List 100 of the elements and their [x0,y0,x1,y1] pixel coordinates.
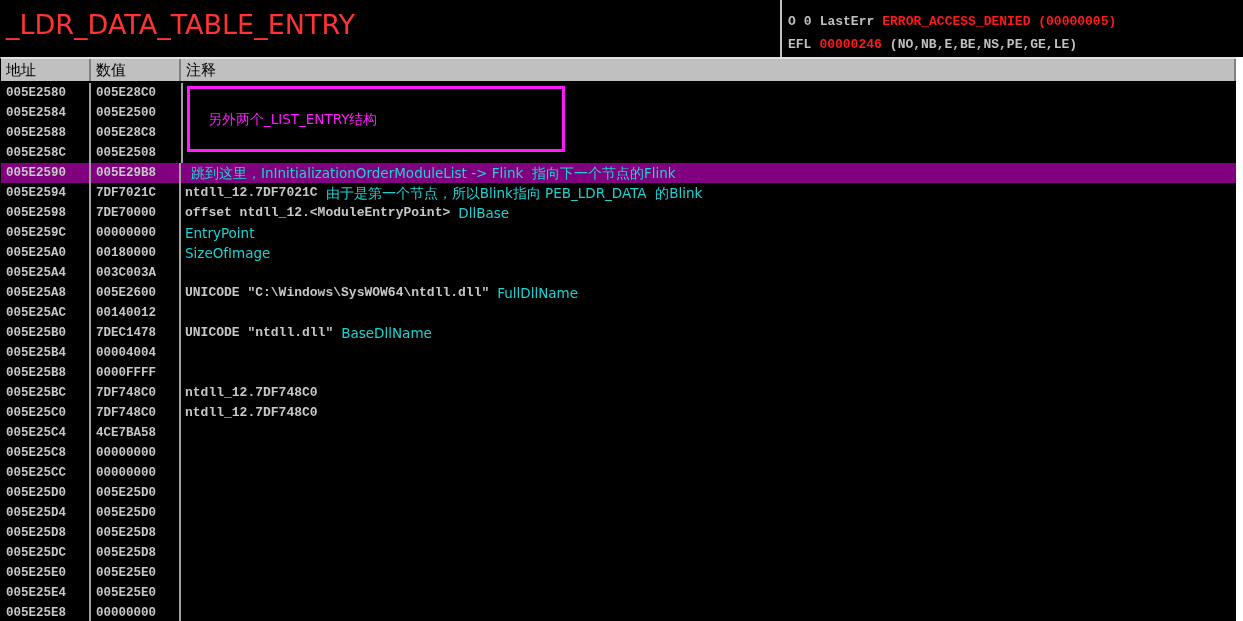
register-value: 0 [803,14,812,29]
annotation-text: SizeOfImage [185,244,271,263]
register-name: O [788,14,796,29]
table-row[interactable]: 005E25B8 0000FFFF [1,363,1236,383]
value-cell: 003C003A [91,263,181,283]
register-detail: (NO,NB,E,BE,NS,PE,GE,LE) [889,37,1078,52]
table-row[interactable]: 005E25E0 005E25E0 [1,563,1236,583]
value-cell: 005E2500 [91,103,183,123]
value-cell: 00004004 [91,343,181,363]
annotation-text: EntryPoint [185,224,255,243]
address-cell: 005E25D8 [1,523,91,543]
address-cell: 005E2590 [1,163,91,183]
address-cell: 005E25DC [1,543,91,563]
address-cell: 005E25D0 [1,483,91,503]
address-cell: 005E25A4 [1,263,91,283]
column-header[interactable]: 地址 [1,59,91,81]
address-cell: 005E25CC [1,463,91,483]
address-cell: 005E2598 [1,203,91,223]
value-cell: 00000000 [91,223,181,243]
table-row[interactable]: 005E25E4 005E25E0 [1,583,1236,603]
annotation-text: 由于是第一个节点，所以Blink指向 PEB_LDR_DATA 的Blink [325,184,703,203]
table-row[interactable]: 005E25D4 005E25D0 [1,503,1236,523]
comment-text: offset ntdll_12.<ModuleEntryPoint> [185,204,451,222]
address-cell: 005E25C4 [1,423,91,443]
table-row[interactable]: 005E25AC 00140012 [1,303,1236,323]
comment-text: ntdll_12.7DF748C0 [185,384,318,402]
comment-text: UNICODE "C:\Windows\SysWOW64\ntdll.dll" [185,284,490,302]
annotation-text: DllBase [458,204,510,223]
address-cell: 005E25B4 [1,343,91,363]
address-cell: 005E25BC [1,383,91,403]
value-cell: 005E29B8 [91,163,181,183]
value-cell: 4CE7BA58 [91,423,181,443]
table-row[interactable]: 005E25D0 005E25D0 [1,483,1236,503]
comment-text: ntdll_12.7DF7021C [185,184,318,202]
comment-text: ntdll_12.7DF748C0 [185,404,318,422]
value-cell: 00140012 [91,303,181,323]
table-row[interactable]: 005E25C4 4CE7BA58 [1,423,1236,443]
table-row[interactable]: 005E25BC 7DF748C0 ntdll_12.7DF748C0 [1,383,1236,403]
comment-text: UNICODE "ntdll.dll" [185,324,334,342]
address-cell: 005E25C0 [1,403,91,423]
address-cell: 005E25B8 [1,363,91,383]
table-row[interactable]: 005E2598 7DE70000 offset ntdll_12.<ModuleEntryPoint> DllBase [1,203,1236,223]
table-row[interactable]: 005E25B0 7DEC1478 UNICODE "ntdll.dll" BaseDllName [1,323,1236,343]
value-cell: 00180000 [91,243,181,263]
value-cell: 7DF748C0 [91,403,181,423]
table-row[interactable]: 005E2588 005E28C8 [1,123,183,143]
value-cell: 00000000 [91,603,181,621]
value-cell: 005E25D8 [91,523,181,543]
table-row[interactable]: 005E25A4 003C003A [1,263,1236,283]
value-cell: 00000000 [91,463,181,483]
annotation-text: BaseDllName [341,324,432,343]
value-cell: 005E25D0 [91,483,181,503]
table-row[interactable]: 005E25A8 005E2600 UNICODE "C:\Windows\SysWOW64\ntdll.dll" FullDllName [1,283,1236,303]
address-cell: 005E2588 [1,123,91,143]
value-cell: 005E2600 [91,283,181,303]
register-detail: ERROR_ACCESS_DENIED (00000005) [882,14,1117,29]
address-cell: 005E25A0 [1,243,91,263]
address-cell: 005E25A8 [1,283,91,303]
table-row[interactable]: 005E25E8 00000000 [1,603,1236,621]
address-cell: 005E25B0 [1,323,91,343]
value-cell: 005E28C0 [91,83,183,103]
table-row[interactable]: 005E25A0 00180000 SizeOfImage [1,243,1236,263]
table-row[interactable]: 005E25C8 00000000 [1,443,1236,463]
address-cell: 005E259C [1,223,91,243]
register-name: EFL [788,37,812,52]
value-cell: 005E25D8 [91,543,181,563]
value-cell: 005E25E0 [91,583,181,603]
section-title: _LDR_DATA_TABLE_ENTRY [4,8,356,42]
column-header[interactable]: 注释 [181,59,1236,81]
value-cell: 7DEC1478 [91,323,181,343]
table-row[interactable]: 005E2584 005E2500 [1,103,183,123]
value-cell: 005E25D0 [91,503,181,523]
value-cell: 7DE70000 [91,203,181,223]
value-cell: 7DF748C0 [91,383,181,403]
annotation-text: 跳到这里，InInitializationOrderModuleList -> Flink 指向下一个节点的Flink [190,164,676,183]
register-label: LastErr [819,14,875,29]
address-cell: 005E25C8 [1,443,91,463]
annotation-box: 另外两个_LIST_ENTRY结构 [187,86,565,152]
table-row[interactable]: 005E25DC 005E25D8 [1,543,1236,563]
value-cell: 0000FFFF [91,363,181,383]
table-row[interactable]: 005E2594 7DF7021C ntdll_12.7DF7021C 由于是第一个节点，所以Blink指向 PEB_LDR_DATA 的Blink [1,183,1236,203]
table-row[interactable]: 005E25CC 00000000 [1,463,1236,483]
selected-row[interactable]: 005E2590 005E29B8 跳到这里，InInitializationOrderModuleList -> Flink 指向下一个节点的Flink [1,163,1236,183]
table-row[interactable]: 005E25D8 005E25D8 [1,523,1236,543]
value-cell: 00000000 [91,443,181,463]
column-header[interactable]: 数值 [91,59,181,81]
annotation-text: FullDllName [497,284,579,303]
address-cell: 005E25E4 [1,583,91,603]
value-cell: 005E25E0 [91,563,181,583]
address-cell: 005E25D4 [1,503,91,523]
register-value: 00000246 [819,37,882,52]
address-cell: 005E2584 [1,103,91,123]
table-row[interactable]: 005E259C 00000000 EntryPoint [1,223,1236,243]
address-cell: 005E2580 [1,83,91,103]
table-row[interactable]: 005E25B4 00004004 [1,343,1236,363]
address-cell: 005E25AC [1,303,91,323]
address-cell: 005E25E8 [1,603,91,621]
address-cell: 005E2594 [1,183,91,203]
table-row[interactable]: 005E25C0 7DF748C0 ntdll_12.7DF748C0 [1,403,1236,423]
table-row[interactable]: 005E2580 005E28C0 [1,83,183,103]
